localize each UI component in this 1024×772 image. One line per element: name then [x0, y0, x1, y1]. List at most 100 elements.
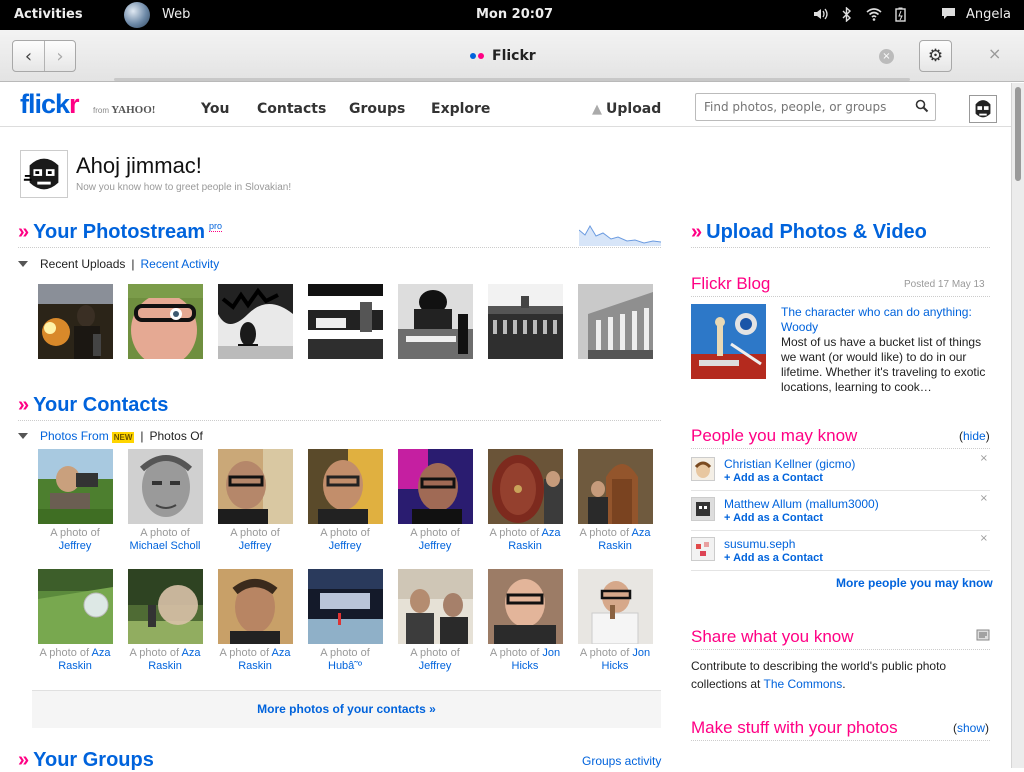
nav-you[interactable]: You — [201, 101, 229, 117]
raquo-icon: » — [691, 221, 703, 243]
bluetooth-icon[interactable] — [842, 6, 852, 26]
make-stuff-show-link[interactable]: show — [957, 721, 985, 735]
chat-icon[interactable] — [941, 7, 956, 24]
blog-post-excerpt: Most of us have a bucket list of things … — [781, 335, 986, 394]
contact-photo[interactable] — [218, 569, 293, 644]
activity-sparkline[interactable] — [579, 222, 661, 246]
tab-photos-from[interactable]: Photos From NEW — [40, 429, 135, 443]
dismiss-icon[interactable]: × — [980, 453, 988, 464]
contact-name-link[interactable]: Jeffrey — [419, 540, 452, 552]
photostream-photo[interactable] — [578, 284, 653, 359]
flickr-logo[interactable]: flickr from YAHOO! — [20, 89, 155, 120]
navigation-buttons: ‹ › — [12, 40, 76, 72]
the-commons-link[interactable]: The Commons — [764, 677, 843, 691]
contact-photo[interactable] — [128, 569, 203, 644]
buddy-icon[interactable] — [969, 95, 997, 123]
rss-feed-icon[interactable] — [976, 629, 990, 641]
search-input[interactable] — [696, 94, 906, 120]
blog-heading[interactable]: Flickr Blog — [691, 274, 770, 294]
scrollbar-thumb[interactable] — [1015, 87, 1021, 181]
contact-photo[interactable] — [578, 449, 653, 524]
nav-groups[interactable]: Groups — [349, 101, 405, 117]
flickr-header: flickr from YAHOO! You Contacts Groups E… — [0, 83, 1011, 127]
contact-photo[interactable] — [398, 569, 473, 644]
blog-photo[interactable] — [691, 304, 766, 379]
forward-button[interactable]: › — [43, 41, 75, 71]
tab-photos-of[interactable]: Photos Of — [150, 429, 203, 443]
volume-icon[interactable] — [813, 7, 829, 25]
photostream-photo[interactable] — [488, 284, 563, 359]
activities-button[interactable]: Activities — [14, 7, 83, 22]
pymk-row: susumu.seph + Add as a Contact × — [691, 531, 990, 571]
contact-name-link[interactable]: Jeffrey — [239, 540, 272, 552]
contact-name-link[interactable]: Hubâ˜º — [328, 660, 362, 672]
photostream-photo[interactable] — [398, 284, 473, 359]
add-contact-link[interactable]: + Add as a Contact — [724, 472, 823, 484]
add-contact-link[interactable]: + Add as a Contact — [724, 552, 823, 564]
nav-explore[interactable]: Explore — [431, 101, 490, 117]
more-people-link[interactable]: More people you may know — [836, 576, 993, 590]
close-window-button[interactable]: × — [988, 44, 1001, 63]
add-contact-link[interactable]: + Add as a Contact — [724, 512, 823, 524]
contact-photo[interactable] — [488, 449, 563, 524]
contact-photo[interactable] — [38, 449, 113, 524]
photostream-photo[interactable] — [128, 284, 203, 359]
page-scrollbar[interactable] — [1011, 83, 1024, 768]
tab-recent-activity[interactable]: Recent Activity — [141, 257, 220, 271]
battery-icon[interactable] — [893, 7, 909, 26]
contact-photo[interactable] — [308, 449, 383, 524]
contact-name-link[interactable]: Michael Scholl — [130, 540, 201, 552]
contact-photo[interactable] — [398, 449, 473, 524]
pro-badge[interactable]: pro — [209, 221, 223, 232]
more-contact-photos-link[interactable]: More photos of your contacts » — [32, 690, 661, 728]
groups-activity-link[interactable]: Groups activity — [582, 754, 661, 768]
photostream-heading[interactable]: » Your Photostream pro — [18, 221, 223, 244]
contact-name-link[interactable]: Jeffrey — [329, 540, 362, 552]
logo-r: r — [69, 89, 79, 119]
contact-photo[interactable] — [578, 569, 653, 644]
stop-icon[interactable]: × — [879, 49, 894, 64]
person-name-link[interactable]: Christian Kellner (gicmo) — [724, 457, 855, 471]
app-menu-label[interactable]: Web — [162, 7, 190, 22]
dismiss-icon[interactable]: × — [980, 533, 988, 544]
contact-photo[interactable] — [128, 449, 203, 524]
contacts-heading[interactable]: » Your Contacts — [18, 394, 168, 417]
photostream-photo[interactable] — [38, 284, 113, 359]
person-name-link[interactable]: Matthew Allum (mallum3000) — [724, 497, 879, 511]
back-button[interactable]: ‹ — [13, 41, 44, 71]
upload-heading[interactable]: » Upload Photos & Video — [691, 221, 927, 244]
gear-menu-button[interactable]: ⚙ — [919, 40, 952, 72]
user-avatar[interactable] — [20, 150, 68, 198]
upload-button[interactable]: ▲ Upload — [592, 101, 661, 117]
collapse-triangle-icon[interactable] — [18, 261, 28, 267]
tab-recent-uploads[interactable]: Recent Uploads — [40, 257, 125, 271]
person-avatar[interactable] — [691, 497, 715, 521]
contact-name-link[interactable]: Jeffrey — [59, 540, 92, 552]
contact-photo[interactable] — [308, 569, 383, 644]
collapse-triangle-icon[interactable] — [18, 433, 28, 439]
contact-name-link[interactable]: Jeffrey — [419, 660, 452, 672]
contact-photo[interactable] — [38, 569, 113, 644]
blog-post-title[interactable]: The character who can do anything: Woody — [781, 305, 990, 335]
contact-caption: A photo of Hubâ˜º — [300, 647, 390, 673]
photostream-photo[interactable] — [308, 284, 383, 359]
person-avatar[interactable] — [691, 457, 715, 481]
nav-contacts[interactable]: Contacts — [257, 101, 326, 117]
contacts-heading-text: Your Contacts — [33, 394, 169, 416]
groups-heading[interactable]: » Your Groups — [18, 749, 154, 772]
location-bar[interactable] — [114, 78, 910, 81]
contact-caption: A photo of Aza Raskin — [30, 647, 120, 673]
person-avatar[interactable] — [691, 537, 715, 561]
dismiss-icon[interactable]: × — [980, 493, 988, 504]
web-app-icon[interactable] — [124, 2, 150, 28]
photostream-photo[interactable] — [218, 284, 293, 359]
contact-photo[interactable] — [218, 449, 293, 524]
clock[interactable]: Mon 20:07 — [476, 7, 553, 22]
contact-photo[interactable] — [488, 569, 563, 644]
page-title[interactable]: Flickr — [470, 48, 536, 64]
pymk-hide-link[interactable]: hide — [963, 429, 986, 443]
user-menu[interactable]: Angela — [966, 7, 1011, 22]
search-icon[interactable] — [915, 99, 929, 113]
person-name-link[interactable]: susumu.seph — [724, 537, 795, 551]
wifi-icon[interactable] — [866, 7, 882, 25]
